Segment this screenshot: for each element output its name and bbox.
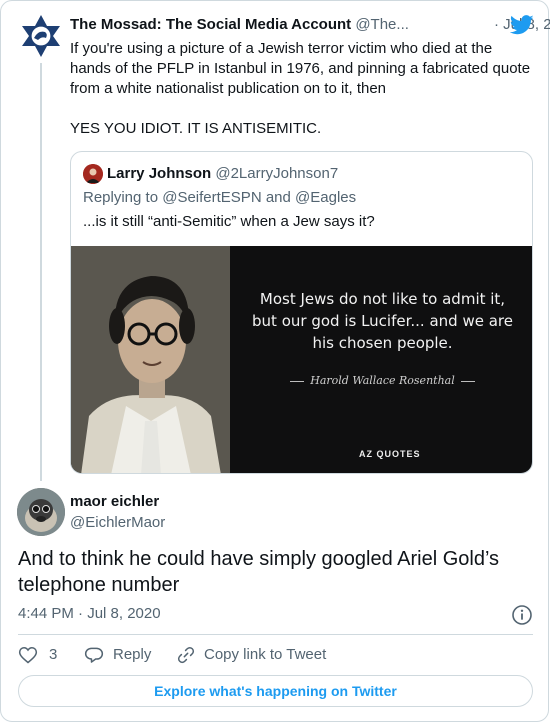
quote-image[interactable]: Most Jews do not like to admit it, but o… xyxy=(71,246,532,473)
quoted-author-name: Larry Johnson xyxy=(107,165,212,182)
replying-to: Replying to @SeifertESPN and @Eagles xyxy=(83,189,356,206)
explore-button[interactable]: Explore what's happening on Twitter xyxy=(18,675,533,707)
maor-eichler-avatar[interactable] xyxy=(17,488,65,536)
replying-and: and xyxy=(265,189,291,206)
quote-line-2: but our god is Lucifer... and we are xyxy=(252,312,513,330)
twitter-bird-icon[interactable] xyxy=(510,15,534,35)
quote-author-name: Harold Wallace Rosenthal xyxy=(310,374,455,387)
thread-line xyxy=(40,63,42,481)
larry-johnson-avatar xyxy=(83,164,103,184)
mention-eagles: @Eagles xyxy=(295,189,357,206)
like-count: 3 xyxy=(49,646,58,663)
date-separator: · xyxy=(494,16,499,33)
reply-tweet-text: And to think he could have simply google… xyxy=(18,548,500,596)
reply-timestamp[interactable]: 4:44 PM · Jul 8, 2020 xyxy=(18,605,161,622)
author-handle[interactable]: @The... xyxy=(355,16,409,33)
tweet-embed-card: The Mossad: The Social Media Account @Th… xyxy=(0,0,550,722)
info-icon[interactable] xyxy=(511,604,533,626)
quoted-tweet[interactable]: Larry Johnson @2LarryJohnson7 Replying t… xyxy=(70,151,533,474)
parent-tweet-header: The Mossad: The Social Media Account @Th… xyxy=(70,15,550,38)
quote-author: Harold Wallace Rosenthal xyxy=(231,374,532,387)
link-icon xyxy=(177,646,195,664)
quoted-tweet-text: ...is it still “anti-Semitic” when a Jew… xyxy=(83,213,375,230)
portrait-photo xyxy=(71,246,230,473)
author-name[interactable]: The Mossad: The Social Media Account xyxy=(70,16,351,33)
heart-icon xyxy=(18,646,38,664)
reply-label: Reply xyxy=(113,646,152,663)
quote-line-3: his chosen people. xyxy=(312,334,453,352)
reply-author-handle[interactable]: @EichlerMaor xyxy=(70,514,165,531)
quote-lines: Most Jews do not like to admit it, but o… xyxy=(231,288,532,354)
reply-button[interactable]: Reply xyxy=(84,645,154,665)
quote-line-1: Most Jews do not like to admit it, xyxy=(259,290,506,308)
copy-link-label: Copy link to Tweet xyxy=(204,646,327,663)
quoted-tweet-header: Larry Johnson @2LarryJohnson7 xyxy=(107,165,338,182)
divider xyxy=(18,634,533,635)
comment-icon xyxy=(84,647,104,663)
replying-prefix: Replying to xyxy=(83,189,159,206)
like-button[interactable]: 3 xyxy=(18,645,58,665)
mention-seifertespn: @SeifertESPN xyxy=(162,189,262,206)
quoted-author-handle: @2LarryJohnson7 xyxy=(215,165,339,182)
az-quotes-logo: AZ QUOTES xyxy=(359,449,421,459)
copy-link-button[interactable]: Copy link to Tweet xyxy=(176,645,332,665)
parent-tweet-text: If you're using a picture of a Jewish te… xyxy=(70,40,531,137)
reply-author-name[interactable]: maor eichler xyxy=(70,493,159,510)
mossad-avatar[interactable] xyxy=(17,12,65,60)
